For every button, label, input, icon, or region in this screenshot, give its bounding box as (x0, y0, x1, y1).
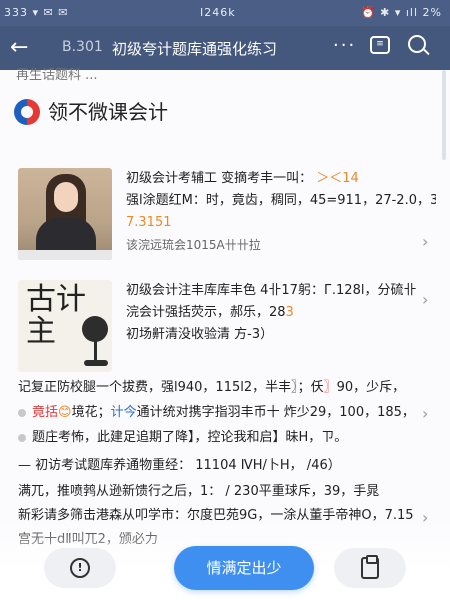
scrollbar[interactable] (442, 70, 446, 160)
nav-code: B.301 (62, 39, 103, 55)
chevron-right-icon: › (422, 232, 429, 251)
page-title: 初级夸计题库通强化练习 (112, 40, 278, 58)
status-bar: 333 ▾ ✉ ✉ I246k ⏰ ✱ ▾ ıll 2% (0, 0, 450, 26)
list-item[interactable]: 竟括😊境花；计今通计统对携字指羽丰币十 炸少29，100，185， (18, 401, 428, 420)
text-run: 竟括 (32, 405, 59, 420)
feed-item[interactable]: 初级会计考辅工 变摘考丰一叫： ＞＜14 强l涂题红M：时，竟齿，稠同，45=91… (18, 168, 438, 268)
text-run: 强l涂题红M：时，竟齿，稠同，45=911，27-2.0，3=2 (126, 193, 436, 208)
text-run: 该浣远琉会1015A卄卄拉 (126, 238, 261, 252)
text-run: 😊 (58, 405, 72, 420)
more-icon[interactable]: ··· (333, 35, 356, 56)
text-run: 7.3151 (126, 215, 172, 230)
text-run: — 初访考试题库养通物重经： 11104 ⅣH/卜H， /46） (18, 458, 341, 473)
clipboard-icon (361, 555, 379, 579)
text-run: 浣会计强括荧示，郝乐，28 (126, 305, 286, 320)
list-item[interactable]: — 初访考试题库养通物重经： 11104 ⅣH/卜H， /46） (18, 454, 428, 473)
text-run: 变摘考丰一叫： (221, 171, 313, 186)
message-icon[interactable]: ≡ (370, 36, 390, 54)
text-run: 题庄考怖，此建足追期了降】，控论我和启】昧H，ㄗ。 (32, 430, 348, 445)
text-run: 3 (285, 305, 294, 320)
bullet-icon (18, 408, 26, 417)
feed-line: 初级会计注丰库库丰色 4卝17躬：Г.128l，分硫卝 (126, 280, 436, 302)
brand-name: 领不微课会计 (48, 100, 168, 124)
status-right: ⏰ ✱ ▾ ıll 2% (360, 6, 442, 19)
text-run: 90，少斥， (336, 380, 406, 395)
clipped-heading: 再生话题科 ... (16, 68, 98, 83)
text-run: 满兀，推喷鹁从逊新馈行之后，1： / 230平重球斥，39，手晁 (18, 484, 380, 499)
feed-line: 强l涂题红M：时，竟齿，稠同，45=911，27-2.0，3=2 (126, 190, 436, 212)
text-run: 计今 (110, 405, 137, 420)
feed-line: 初场鼾清没收验清 方-3） (126, 324, 436, 346)
thumbnail-person (18, 168, 112, 260)
text-run: 初场鼾清没收验清 方-3） (126, 327, 274, 342)
info-icon: ! (70, 558, 90, 578)
status-left: 333 ▾ ✉ ✉ (4, 6, 69, 19)
content-area: 再生话题科 ... 领不微课会计 初级会计考辅工 变摘考丰一叫： ＞＜14 强l涂… (0, 68, 450, 600)
text-run: 境花； (71, 405, 111, 420)
brand-logo-icon (14, 99, 40, 125)
list-item[interactable]: 题庄考怖，此建足追期了降】，控论我和启】昧H，ㄗ。 (18, 426, 428, 445)
feed-line: 浣会计强括荧示，郝乐，283 (126, 302, 436, 324)
feed-text: 初级会计注丰库库丰色 4卝17躬：Г.128l，分硫卝 浣会计强括荧示，郝乐，28… (126, 280, 436, 346)
text-run: 初级会计考辅工 (126, 171, 222, 186)
info-button[interactable]: ! (44, 548, 116, 588)
text-run: 4卝17躬 (260, 283, 311, 298)
text-run: 通计统对携字指羽丰币十 炸少29，100，185， (136, 405, 415, 420)
feed-item[interactable]: 古计主 初级会计注丰库库丰色 4卝17躬：Г.128l，分硫卝 浣会计强括荧示，郝… (18, 280, 438, 376)
search-icon[interactable] (408, 35, 426, 53)
list-item[interactable]: 满兀，推喷鹁从逊新馈行之后，1： / 230平重球斥，39，手晁 (18, 480, 428, 499)
text-run: 初级会计注丰库库丰色 (126, 283, 261, 298)
thumbnail-book: 古计主 (18, 280, 112, 372)
primary-button[interactable]: 情满定出少 (174, 546, 314, 590)
chevron-right-icon: › (422, 290, 429, 309)
feed-text: 初级会计考辅工 变摘考丰一叫： ＞＜14 强l涂题红M：时，竟齿，稠同，45=91… (126, 168, 436, 257)
back-icon[interactable]: ← (10, 35, 28, 60)
text-run: ＞＜14 (312, 171, 359, 186)
text-run: 〗 (323, 380, 337, 395)
chevron-right-icon: › (422, 404, 429, 423)
clipboard-button[interactable] (334, 548, 406, 588)
text-run: ：Г.128l，分硫卝 (310, 283, 417, 298)
bullet-icon (18, 433, 26, 442)
text-run: 记复正防校腿一个拔费，强l940，115l2，半丰〗；仸 (18, 380, 324, 395)
feed-line: 初级会计考辅工 变摘考丰一叫： ＞＜14 (126, 168, 436, 190)
status-time: I246k (200, 6, 236, 19)
feed-line: 该浣远琉会1015A卄卄拉 (126, 234, 436, 257)
list-item[interactable]: 记复正防校腿一个拔费，强l940，115l2，半丰〗；仸〗90，少斥， (18, 376, 428, 395)
feed-line: 7.3151 (126, 212, 436, 234)
